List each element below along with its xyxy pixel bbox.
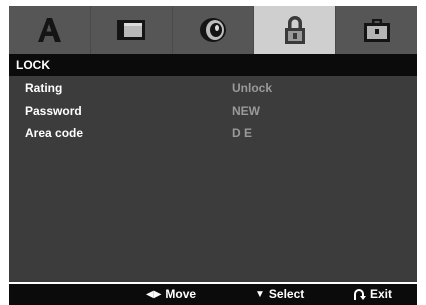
setting-label: Rating	[25, 81, 63, 95]
help-select: ▼ Select	[255, 284, 304, 305]
setting-label: Password	[25, 104, 82, 118]
tab-language[interactable]	[9, 6, 91, 54]
help-move: ◀▶ Move	[146, 284, 196, 305]
tab-lock[interactable]	[254, 6, 337, 54]
lock-icon	[284, 16, 305, 44]
setting-row-rating[interactable]: Rating Unlock	[9, 77, 417, 99]
lock-settings-panel: LOCK Rating Unlock Password NEW Area cod…	[9, 54, 417, 282]
left-right-arrows-icon: ◀▶	[146, 289, 162, 300]
tab-audio[interactable]	[172, 6, 255, 54]
setting-value: Unlock	[232, 81, 273, 95]
setting-label: Area code	[25, 126, 84, 140]
display-screen-icon	[117, 20, 146, 40]
setting-value: D E	[232, 126, 253, 140]
setup-tab-bar	[9, 6, 417, 54]
audio-speaker-icon	[199, 18, 226, 42]
help-exit: Exit	[352, 284, 392, 305]
language-a-icon	[38, 18, 62, 42]
tab-display[interactable]	[90, 6, 173, 54]
setting-value: NEW	[232, 104, 260, 118]
down-triangle-icon: ▼	[255, 289, 265, 300]
help-select-label: Select	[268, 287, 305, 301]
setting-row-password[interactable]: Password NEW	[9, 100, 417, 122]
others-briefcase-icon	[363, 19, 390, 42]
setup-menu-screen: LOCK Rating Unlock Password NEW Area cod…	[0, 0, 426, 305]
return-arrow-icon	[354, 289, 366, 300]
setting-row-area-code[interactable]: Area code D E	[9, 122, 417, 144]
help-exit-label: Exit	[370, 287, 393, 301]
section-title: LOCK	[9, 54, 417, 76]
help-move-label: Move	[165, 287, 197, 301]
help-bar: ◀▶ Move ▼ Select Exit	[9, 284, 417, 305]
tab-others[interactable]	[336, 6, 417, 54]
